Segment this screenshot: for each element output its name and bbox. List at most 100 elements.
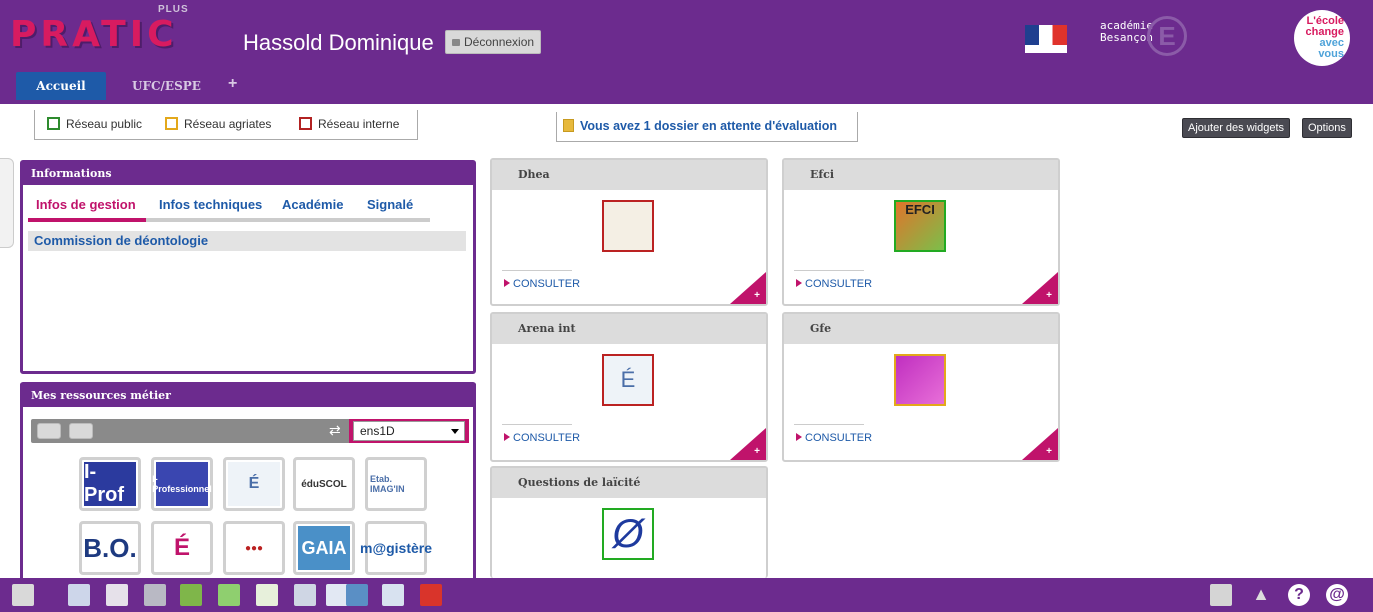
ressources-title: Mes ressources métier [23,385,473,407]
consulter-link[interactable]: CONSULTER [504,278,580,290]
eduscol-icon: éduSCOL [298,462,350,506]
mail-icon[interactable] [68,584,90,606]
ressources-toolbar: ⇄ ens1D [31,419,469,443]
help-icon[interactable] [69,423,93,439]
add-widgets-button[interactable]: Ajouter des widgets [1182,118,1290,138]
key-icon[interactable] [602,200,654,252]
ressources-panel: Mes ressources métier ⇄ ens1D I-Prof I-P… [20,382,476,582]
grid-icon[interactable] [1210,584,1232,606]
legend-interne: Réseau interne [299,117,399,131]
resource-iprof[interactable]: I-Prof [79,457,141,511]
add-widget-corner[interactable] [730,428,766,460]
add-widget-corner[interactable] [1022,428,1058,460]
i-prof-icon: I-Prof [84,461,136,506]
computer-icon[interactable] [346,584,368,606]
bo-icon: B.O. [83,526,137,570]
menu-toggle-icon[interactable] [12,584,34,606]
spreadsheet-icon[interactable] [256,584,278,606]
ogo-icon: ●●● [228,526,280,570]
gfe-icon[interactable] [894,354,946,406]
academie-label: académie Besançon [1100,19,1153,44]
widget-arena-int: Arena int É CONSULTER + [490,312,768,462]
tab-infos-gestion[interactable]: Infos de gestion [36,197,136,212]
logo-text: PRATIC [10,14,178,55]
resource-ogo[interactable]: ●●● [223,521,285,575]
lock-icon [452,39,460,46]
resource-bo[interactable]: B.O. [79,521,141,575]
widget-laicite: Questions de laïcité Ø [490,466,768,578]
add-widget-corner[interactable] [1022,272,1058,304]
chevron-down-icon [451,429,459,434]
tab-infos-techniques[interactable]: Infos techniques [159,197,262,212]
legend-agriates: Réseau agriates [165,117,271,131]
map-icon[interactable] [180,584,202,606]
add-tab-button[interactable]: + [228,72,237,100]
marianne-e-icon: É [156,526,208,570]
document-icon[interactable] [294,584,316,606]
consulter-link[interactable]: CONSULTER [504,432,580,444]
display-mode-icon[interactable] [37,423,61,439]
warning-icon[interactable]: ▲ [1250,584,1272,606]
card-icon[interactable] [326,584,348,606]
sidebar-toggle-handle[interactable] [0,158,14,248]
etab-imagin-icon: Etab. IMAG'IN [370,462,422,506]
consulter-link[interactable]: CONSULTER [796,278,872,290]
academie-e-logo: E [1147,16,1187,56]
resource-eduscol[interactable]: éduSCOL [293,457,355,511]
info-item[interactable]: Commission de déontologie [28,231,466,251]
logout-button[interactable]: Déconnexion [445,30,542,54]
laicite-icon[interactable]: Ø [602,508,654,560]
consulter-link[interactable]: CONSULTER [796,432,872,444]
widget-title: Gfe [784,314,1058,344]
efci-icon[interactable]: EFCI [894,200,946,252]
clipboard-icon [563,119,574,132]
app-header: PLUS PRATIC Hassold Dominique Déconnexio… [0,0,1373,104]
square-icon [47,117,60,130]
square-icon [299,117,312,130]
informations-panel: Informations Infos de gestion Infos tech… [20,160,476,374]
add-widget-corner[interactable] [730,272,766,304]
network-legend: Réseau public Réseau agriates Réseau int… [34,110,418,140]
magistere-icon: m@gistère [360,526,432,570]
help-icon[interactable]: ? [1288,584,1310,606]
resource-gaia[interactable]: GAIA [293,521,355,575]
widget-efci: Efci EFCI CONSULTER + [782,158,1060,306]
widget-gfe: Gfe CONSULTER + [782,312,1060,462]
widget-title: Dhea [492,160,766,190]
tab-accueil[interactable]: Accueil [16,72,106,100]
ecole-change-logo: L'école change avec vous [1294,10,1350,66]
i-professionnel-icon: I-Professionnel [152,462,212,506]
widget-title: Arena int [492,314,766,344]
tools-icon[interactable] [144,584,166,606]
gaia-icon: GAIA [298,526,350,570]
resource-etab-imagin[interactable]: Etab. IMAG'IN [365,457,427,511]
informations-title: Informations [23,163,473,185]
pending-evaluation-alert[interactable]: Vous avez 1 dossier en attente d'évaluat… [556,112,858,142]
at-icon[interactable]: @ [1326,584,1348,606]
options-button[interactable]: Options [1302,118,1352,138]
legend-public: Réseau public [47,117,142,131]
pratic-logo[interactable]: PLUS PRATIC [10,4,188,62]
calendar-icon[interactable] [106,584,128,606]
tab-signale[interactable]: Signalé [367,197,413,212]
user-name: Hassold Dominique [243,30,434,55]
resource-iprofessionnel[interactable]: I-Professionnel [151,457,213,511]
resource-marianne[interactable]: É [151,521,213,575]
widget-dhea: Dhea CONSULTER + [490,158,768,306]
refresh-icon[interactable]: ⇄ [329,422,341,439]
pen-icon[interactable] [218,584,240,606]
screen-icon[interactable] [382,584,404,606]
profile-select[interactable]: ens1D [349,419,469,443]
folder-icon[interactable] [420,584,442,606]
education-nationale-icon: É [228,462,280,506]
resource-education[interactable]: É [223,457,285,511]
education-nationale-icon[interactable]: É [602,354,654,406]
republique-francaise-logo [1025,25,1067,53]
widget-title: Questions de laïcité [492,468,766,498]
resource-magistere[interactable]: m@gistère [360,521,432,575]
square-icon [165,117,178,130]
widget-title: Efci [784,160,1058,190]
tab-academie[interactable]: Académie [282,197,343,212]
tabs-underline [28,218,430,222]
tab-ufc-espe[interactable]: UFC/ESPE [132,72,201,100]
